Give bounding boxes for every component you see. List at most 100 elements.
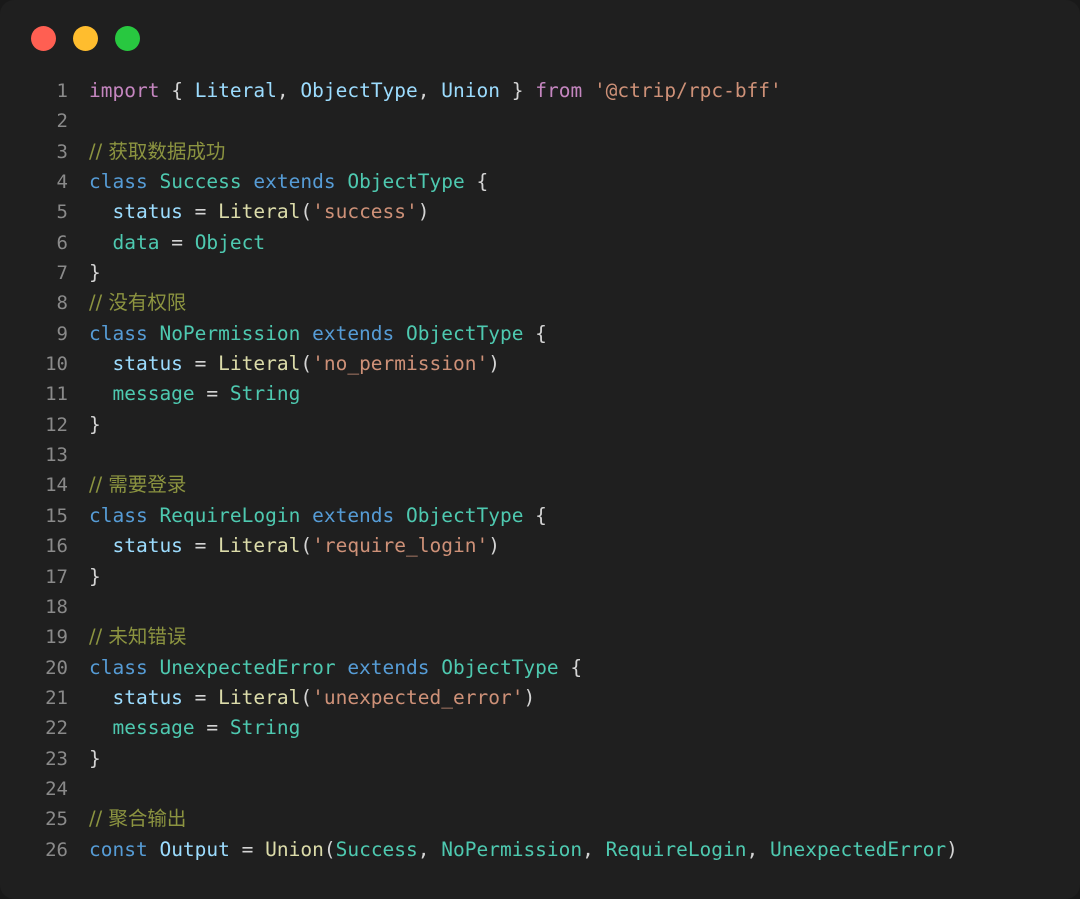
token-punc xyxy=(89,686,112,709)
token-punc: ( xyxy=(300,352,312,375)
minimize-button-icon[interactable] xyxy=(73,26,98,51)
line-number: 19 xyxy=(0,622,68,652)
token-decl: extends xyxy=(347,656,429,679)
line-number: 4 xyxy=(0,167,68,197)
token-punc xyxy=(89,534,112,557)
code-line: 22 message = String xyxy=(0,713,1080,743)
code-line: 21 status = Literal('unexpected_error') xyxy=(0,683,1080,713)
token-punc: ) xyxy=(488,534,500,557)
code-line-content: data = Object xyxy=(68,228,265,258)
code-line-content: status = Literal('unexpected_error') xyxy=(68,683,535,713)
code-line-content: // 未知错误 xyxy=(68,622,186,652)
token-punc xyxy=(89,352,112,375)
token-type: String xyxy=(230,716,300,739)
code-line-content: // 需要登录 xyxy=(68,470,186,500)
code-line-content: } xyxy=(68,744,101,774)
code-line: 25// 聚合输出 xyxy=(0,804,1080,834)
line-number: 17 xyxy=(0,562,68,592)
token-decl: extends xyxy=(312,322,394,345)
code-line-content: status = Literal('no_permission') xyxy=(68,349,500,379)
token-punc xyxy=(148,170,160,193)
code-line: 3// 获取数据成功 xyxy=(0,137,1080,167)
token-fn: Literal xyxy=(218,200,300,223)
code-line: 8 // 没有权限 xyxy=(0,288,1080,318)
token-str: 'require_login' xyxy=(312,534,488,557)
code-line-content: const Output = Union(Success, NoPermissi… xyxy=(68,835,958,865)
token-punc: = xyxy=(195,382,230,405)
line-number: 13 xyxy=(0,440,68,470)
line-number: 14 xyxy=(0,470,68,500)
token-punc: { xyxy=(523,322,546,345)
line-number: 9 xyxy=(0,319,68,349)
token-type: Success xyxy=(336,838,418,861)
token-type: UnexpectedError xyxy=(770,838,946,861)
code-line-content: class NoPermission extends ObjectType { xyxy=(68,319,547,349)
token-type: ObjectType xyxy=(441,656,558,679)
line-number: 12 xyxy=(0,410,68,440)
code-editor[interactable]: 1import { Literal, ObjectType, Union } f… xyxy=(0,76,1080,865)
token-punc: = xyxy=(183,686,218,709)
token-punc: , xyxy=(277,79,300,102)
token-punc: ( xyxy=(324,838,336,861)
token-punc xyxy=(148,656,160,679)
token-decl: class xyxy=(89,656,148,679)
line-number: 11 xyxy=(0,379,68,409)
token-punc: ) xyxy=(488,352,500,375)
token-type: ObjectType xyxy=(406,504,523,527)
code-line: 15class RequireLogin extends ObjectType … xyxy=(0,501,1080,531)
code-line: 23} xyxy=(0,744,1080,774)
close-button-icon[interactable] xyxy=(31,26,56,51)
line-number: 18 xyxy=(0,592,68,622)
line-number: 24 xyxy=(0,774,68,804)
token-var: status xyxy=(112,200,182,223)
code-line: 18 xyxy=(0,592,1080,622)
token-kw: from xyxy=(535,79,582,102)
token-punc xyxy=(89,231,112,254)
token-type: message xyxy=(112,382,194,405)
token-punc: ( xyxy=(300,200,312,223)
token-decl: class xyxy=(89,322,148,345)
token-punc: } xyxy=(89,565,101,588)
token-punc xyxy=(582,79,594,102)
code-line: 20class UnexpectedError extends ObjectTy… xyxy=(0,653,1080,683)
line-number: 2 xyxy=(0,106,68,136)
token-punc: , xyxy=(418,79,441,102)
token-punc xyxy=(300,322,312,345)
maximize-button-icon[interactable] xyxy=(115,26,140,51)
code-line: 26const Output = Union(Success, NoPermis… xyxy=(0,835,1080,865)
token-punc: , xyxy=(418,838,441,861)
code-line-content: status = Literal('require_login') xyxy=(68,531,500,561)
code-line-content: import { Literal, ObjectType, Union } fr… xyxy=(68,76,782,106)
token-punc xyxy=(300,504,312,527)
token-punc xyxy=(148,322,160,345)
code-line: 2 xyxy=(0,106,1080,136)
token-type: ObjectType xyxy=(406,322,523,345)
token-punc: ) xyxy=(418,200,430,223)
token-type: UnexpectedError xyxy=(159,656,335,679)
code-line-content: message = String xyxy=(68,379,300,409)
token-punc xyxy=(183,79,195,102)
token-type: NoPermission xyxy=(441,838,582,861)
token-type: RequireLogin xyxy=(159,504,300,527)
token-var: status xyxy=(112,534,182,557)
code-line: 14// 需要登录 xyxy=(0,470,1080,500)
token-var: Output xyxy=(159,838,229,861)
token-punc: = xyxy=(159,231,194,254)
code-line-content: class UnexpectedError extends ObjectType… xyxy=(68,653,582,683)
token-cmt: // 没有权限 xyxy=(89,291,186,314)
line-number: 8 xyxy=(0,288,68,318)
token-punc: = xyxy=(183,534,218,557)
token-punc: , xyxy=(747,838,770,861)
token-kw: import xyxy=(89,79,159,102)
token-punc xyxy=(159,79,171,102)
token-punc: } xyxy=(89,413,101,436)
code-line: 6 data = Object xyxy=(0,228,1080,258)
code-line: 17} xyxy=(0,562,1080,592)
token-str: '@ctrip/rpc-bff' xyxy=(594,79,782,102)
code-line-content: class RequireLogin extends ObjectType { xyxy=(68,501,547,531)
token-cmt: // 未知错误 xyxy=(89,625,186,648)
code-window: 1import { Literal, ObjectType, Union } f… xyxy=(0,0,1080,899)
token-punc: = xyxy=(230,838,265,861)
code-line: 5 status = Literal('success') xyxy=(0,197,1080,227)
line-number: 7 xyxy=(0,258,68,288)
